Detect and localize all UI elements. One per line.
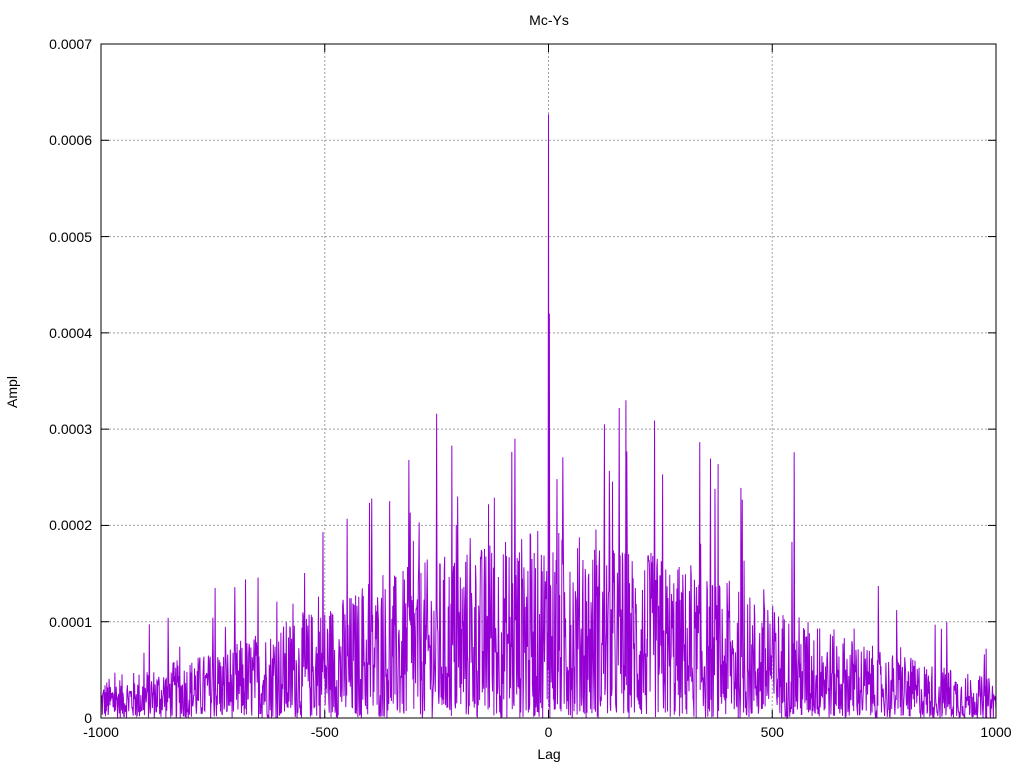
y-tick-label: 0.0004: [49, 324, 92, 341]
y-tick-label: 0.0001: [49, 613, 92, 630]
y-tick-label: 0.0006: [49, 132, 92, 149]
y-tick-label: 0.0002: [49, 517, 92, 534]
x-tick-label: -1000: [83, 724, 119, 740]
y-axis-label: Ampl: [4, 376, 20, 408]
x-tick-label: 1000: [980, 724, 1012, 740]
x-tick-label: 500: [760, 724, 784, 740]
x-tick-label: 0: [544, 724, 553, 740]
chart-svg: [100, 43, 997, 720]
y-tick-label: 0.0007: [49, 36, 92, 52]
y-tick-label: 0.0003: [49, 421, 92, 438]
x-tick-label: -500: [310, 724, 339, 740]
series-layer: [100, 114, 997, 720]
series-line: [100, 114, 997, 720]
chart-title: Mc-Ys: [529, 12, 569, 28]
x-axis-label: Lag: [537, 746, 561, 762]
y-tick-label: 0.0005: [49, 228, 92, 245]
